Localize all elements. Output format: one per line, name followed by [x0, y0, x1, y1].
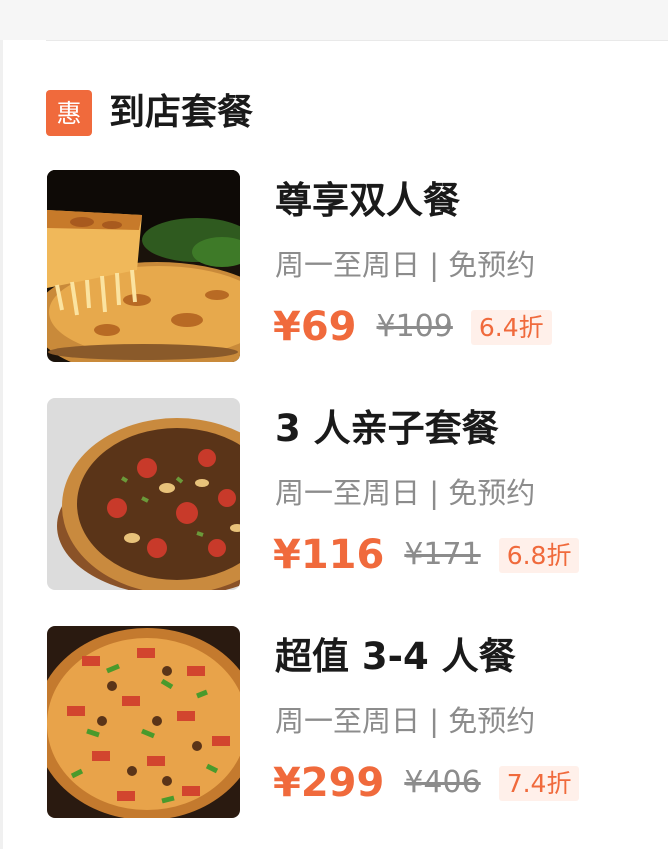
section-title: 到店套餐: [109, 92, 254, 133]
deal-card[interactable]: 3 人亲子套餐 周一至周日 | 免预约 ¥116 ¥171 6.8折: [47, 398, 667, 590]
pizza-beef-illustration: [47, 398, 240, 590]
price-row: ¥299 ¥406 7.4折: [273, 760, 580, 806]
original-price: ¥406: [404, 765, 481, 800]
deal-price: ¥116: [273, 532, 385, 578]
deal-price: ¥69: [273, 304, 357, 350]
discount-badge: 7.4折: [498, 765, 580, 801]
original-price: ¥171: [404, 537, 481, 572]
deal-card[interactable]: 尊享双人餐 周一至周日 | 免预约 ¥69 ¥109 6.4折: [47, 170, 667, 362]
price-row: ¥116 ¥171 6.8折: [273, 532, 580, 578]
pizza-slice-illustration: [47, 170, 240, 362]
discount-badge: 6.4折: [470, 309, 552, 345]
left-edge: [0, 40, 3, 849]
deal-card[interactable]: 超值 3-4 人餐 周一至周日 | 免预约 ¥299 ¥406 7.4折: [47, 626, 667, 818]
section-header: 惠 到店套餐: [46, 89, 253, 137]
discount-badge: 6.8折: [498, 537, 580, 573]
deal-image-pizza-supreme[interactable]: [47, 626, 240, 818]
deal-availability: 周一至周日 | 免预约: [275, 704, 536, 738]
deal-image-pizza-slice[interactable]: [47, 170, 240, 362]
deal-name: 3 人亲子套餐: [275, 407, 499, 450]
deal-name: 超值 3-4 人餐: [275, 635, 516, 678]
hui-discount-icon: 惠: [46, 90, 92, 136]
deal-availability: 周一至周日 | 免预约: [275, 248, 536, 282]
price-row: ¥69 ¥109 6.4折: [273, 304, 552, 350]
deals-page: 惠 到店套餐 尊享双人餐 周一至周日 | 免预约 ¥69 ¥109 6.4折 3…: [0, 0, 668, 849]
deal-availability: 周一至周日 | 免预约: [275, 476, 536, 510]
original-price: ¥109: [376, 309, 453, 344]
top-shade: [0, 0, 668, 40]
deal-price: ¥299: [273, 760, 385, 806]
top-divider: [46, 40, 668, 41]
pizza-supreme-illustration: [47, 626, 240, 818]
deal-name: 尊享双人餐: [275, 179, 460, 222]
deal-image-pizza-beef[interactable]: [47, 398, 240, 590]
